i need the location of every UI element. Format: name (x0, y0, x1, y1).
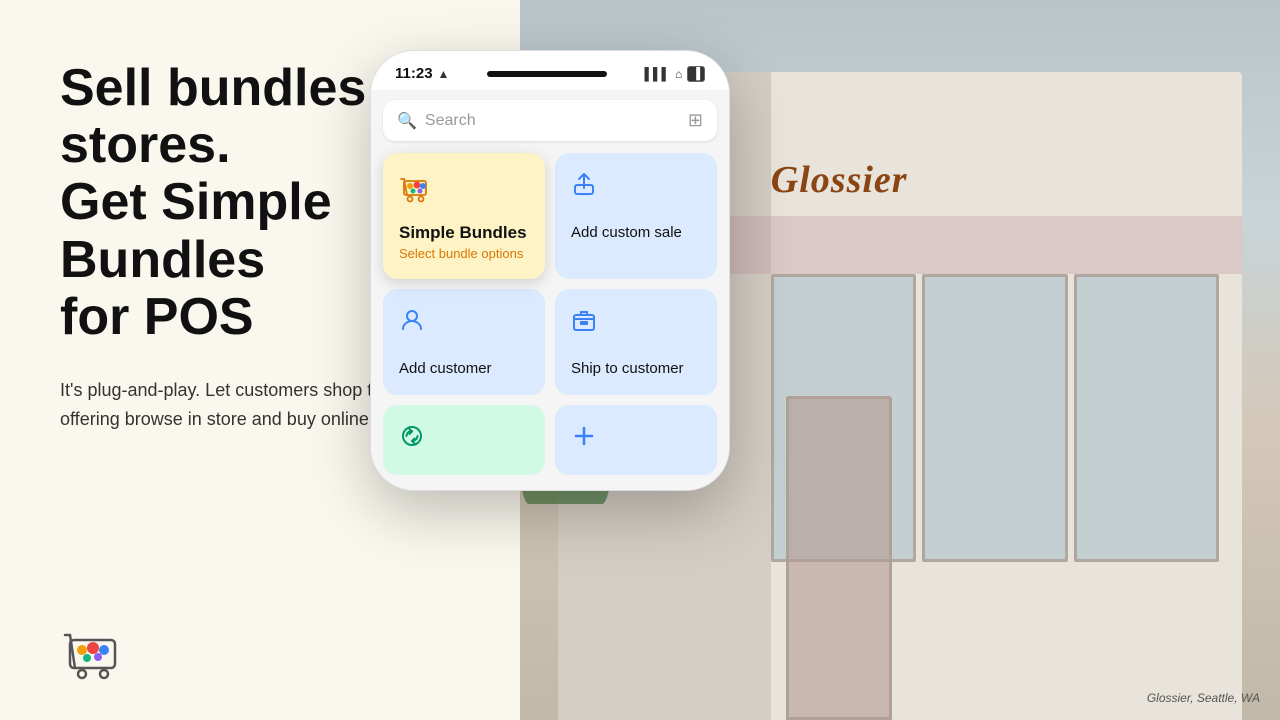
search-bar[interactable]: 🔍 Search ⊞ (383, 100, 717, 141)
phone-mockup: 11:23 ▲ ▌▌▌ ⌂ ▐ 🔍 Search ⊞ (370, 50, 730, 491)
location-icon: ▲ (438, 67, 450, 81)
add-customer-label: Add customer (399, 360, 492, 377)
bundles-title: Simple Bundles (399, 223, 529, 243)
search-input[interactable]: Search (425, 112, 680, 130)
add-customer-tile[interactable]: Add customer (383, 289, 545, 395)
bottom-cart-icon (60, 620, 130, 690)
phone-container: 11:23 ▲ ▌▌▌ ⌂ ▐ 🔍 Search ⊞ (370, 50, 750, 491)
glossier-sign: Glossier (771, 158, 908, 202)
shipping-box-icon (571, 307, 597, 340)
photo-credit: Glossier, Seattle, WA (1147, 691, 1260, 705)
signal-icon: ▌▌▌ (644, 67, 670, 81)
person-icon (399, 307, 425, 340)
window (922, 274, 1067, 562)
phone-time: 11:23 (395, 65, 433, 82)
battery-icon: ▐ (687, 66, 705, 82)
barcode-icon: ⊞ (688, 110, 703, 131)
share-icon (571, 171, 597, 204)
simple-bundles-tile[interactable]: Simple Bundles Select bundle options (383, 153, 545, 279)
plus-tile[interactable] (555, 405, 717, 475)
phone-content-area: 🔍 Search ⊞ (371, 90, 729, 490)
bundles-subtitle: Select bundle options (399, 246, 529, 261)
ship-to-customer-tile[interactable]: Ship to customer (555, 289, 717, 395)
phone-status-bar: 11:23 ▲ ▌▌▌ ⌂ ▐ (371, 51, 729, 90)
bottom-row-tiles (383, 405, 717, 475)
store-door (786, 396, 892, 720)
bundles-cart-icon (399, 171, 529, 215)
time-area: 11:23 ▲ (395, 65, 449, 82)
plus-icon (571, 423, 597, 456)
search-icon: 🔍 (397, 111, 417, 131)
window (1074, 274, 1219, 562)
wifi-icon: ⌂ (675, 67, 682, 81)
phone-status-icons: ▌▌▌ ⌂ ▐ (644, 66, 705, 82)
refresh-icon (399, 423, 425, 456)
green-tile[interactable] (383, 405, 545, 475)
pos-grid: Simple Bundles Select bundle options Add… (383, 153, 717, 395)
ship-to-customer-label: Ship to customer (571, 360, 684, 377)
add-custom-sale-label: Add custom sale (571, 224, 682, 241)
add-custom-sale-tile[interactable]: Add custom sale (555, 153, 717, 279)
notch-bar (487, 71, 607, 77)
